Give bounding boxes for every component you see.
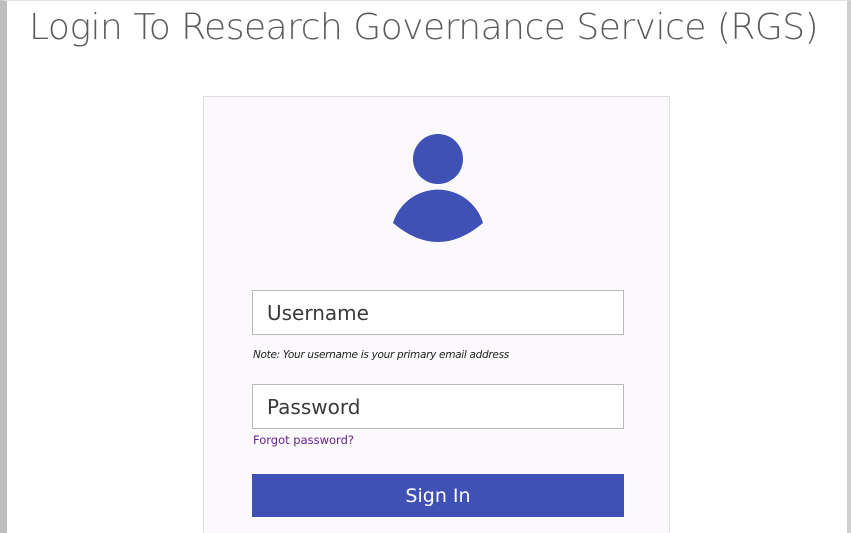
- password-input[interactable]: [252, 384, 624, 429]
- sign-in-button[interactable]: Sign In: [252, 474, 624, 517]
- browser-viewport: Login To Research Governance Service (RG…: [0, 0, 851, 533]
- user-avatar-icon: [390, 133, 486, 245]
- login-card: Note: Your username is your primary emai…: [203, 96, 670, 533]
- page-title: Login To Research Governance Service (RG…: [29, 7, 819, 48]
- username-note: Note: Your username is your primary emai…: [253, 349, 509, 361]
- forgot-password-link[interactable]: Forgot password?: [253, 433, 354, 447]
- username-input[interactable]: [252, 290, 624, 335]
